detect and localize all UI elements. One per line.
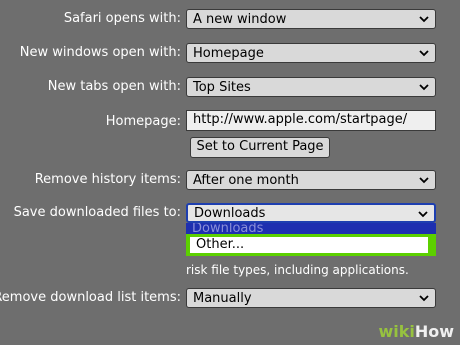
- safari-opens-with-select[interactable]: A new window: [186, 9, 436, 29]
- new-tabs-label: New tabs open with:: [47, 79, 181, 94]
- new-windows-label: New windows open with:: [19, 45, 181, 60]
- remove-history-select[interactable]: After one month: [186, 170, 436, 190]
- new-windows-select[interactable]: Homepage: [186, 43, 436, 63]
- save-downloads-select[interactable]: Downloads: [186, 203, 436, 223]
- remove-download-list-select[interactable]: Manually: [186, 288, 436, 308]
- homepage-label: Homepage:: [105, 114, 181, 129]
- remove-download-list-value: Manually: [193, 291, 252, 306]
- safari-opens-with-value: A new window: [193, 12, 287, 27]
- safari-opens-with-label: Safari opens with:: [63, 11, 181, 26]
- remove-history-label: Remove history items:: [34, 172, 181, 187]
- new-tabs-select[interactable]: Top Sites: [186, 77, 436, 97]
- chevron-down-icon: [419, 50, 429, 57]
- chevron-down-icon: [419, 84, 429, 91]
- chevron-down-icon: [419, 16, 429, 23]
- remove-history-value: After one month: [193, 173, 299, 188]
- remove-download-list-label: Remove download list items:: [0, 290, 181, 305]
- chevron-down-icon: [418, 211, 428, 218]
- homepage-input[interactable]: http://www.apple.com/startpage/: [186, 110, 436, 131]
- save-downloads-dropdown: Downloads Other...: [186, 223, 436, 257]
- set-to-current-page-button[interactable]: Set to Current Page: [190, 137, 330, 158]
- dropdown-option-other[interactable]: Other...: [190, 237, 428, 253]
- save-downloads-label: Save downloaded files to:: [13, 205, 181, 220]
- new-windows-value: Homepage: [193, 46, 264, 61]
- chevron-down-icon: [419, 295, 429, 302]
- chevron-down-icon: [419, 177, 429, 184]
- new-tabs-value: Top Sites: [193, 80, 251, 95]
- save-downloads-value: Downloads: [194, 206, 266, 221]
- wikihow-watermark: wikiHow: [378, 322, 454, 341]
- risk-file-types-text: risk file types, including applications.: [186, 263, 409, 277]
